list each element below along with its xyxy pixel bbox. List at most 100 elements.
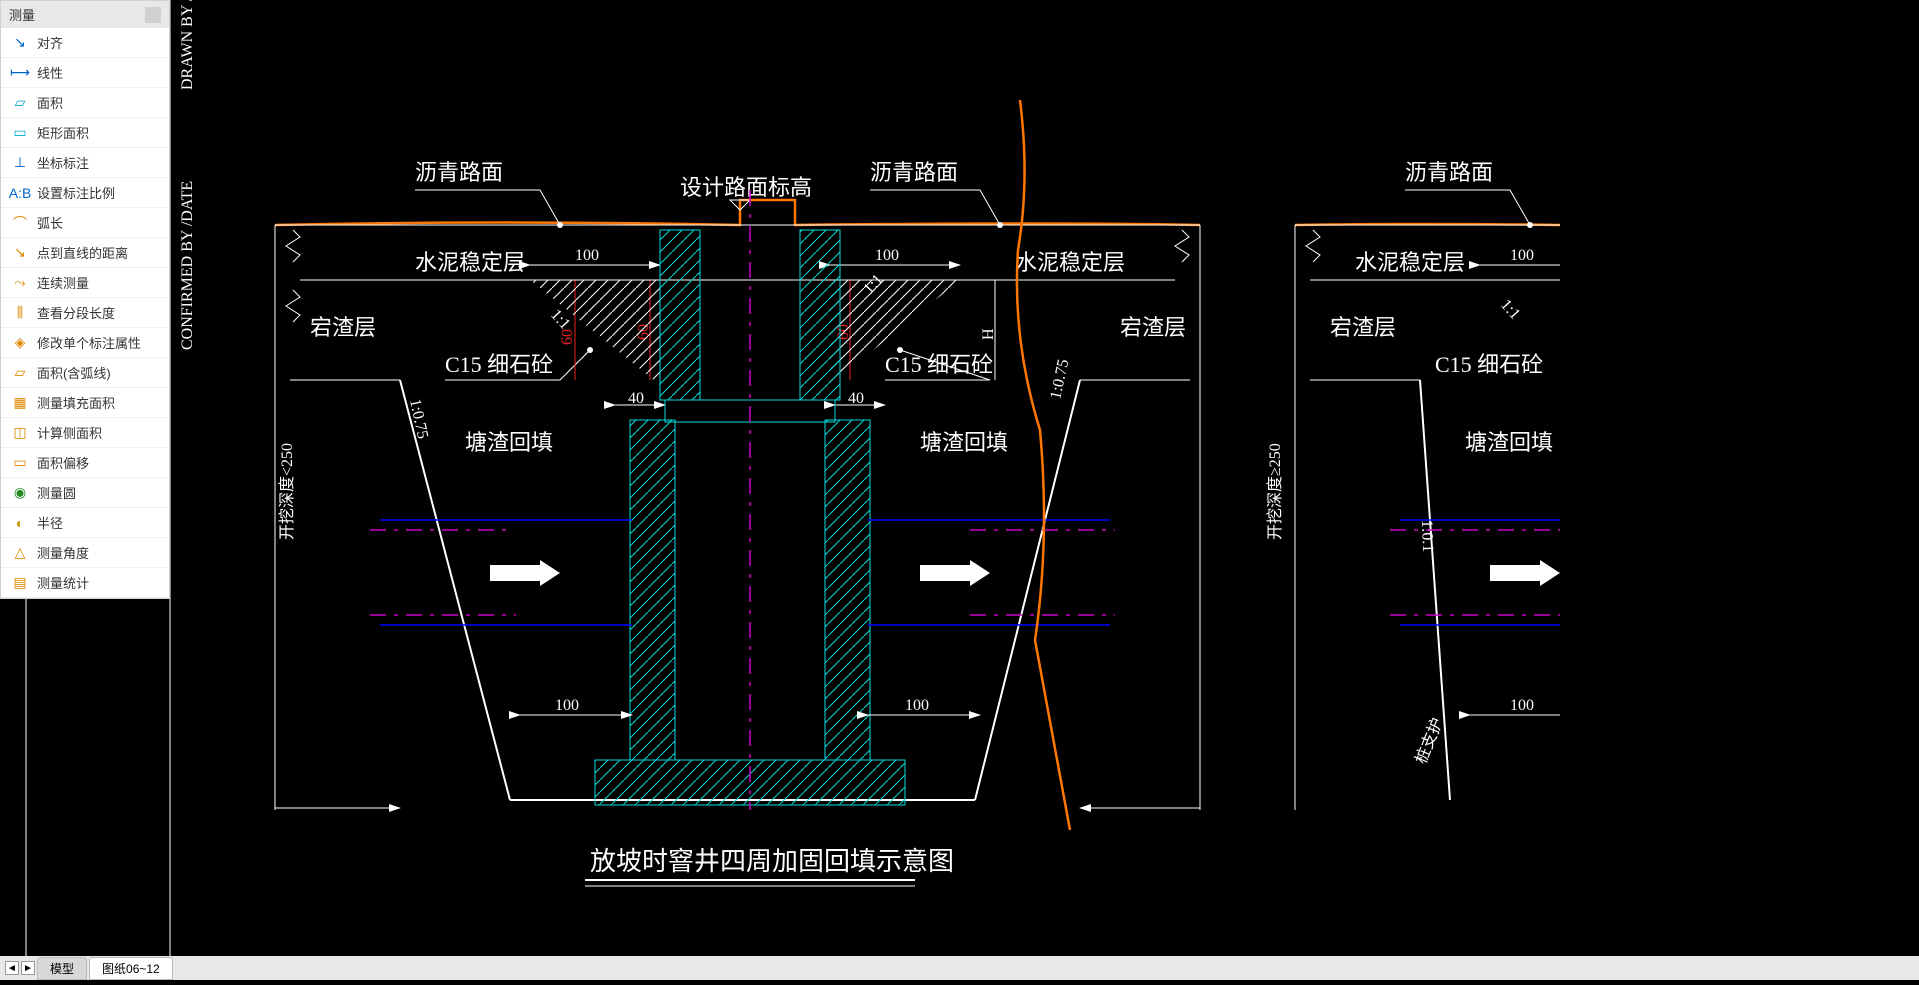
lbl-cement-2: 水泥稳定层: [1355, 250, 1465, 275]
tab-prev-btn[interactable]: ◄: [5, 961, 19, 975]
tool-label: 坐标标注: [37, 153, 89, 172]
align-icon: ↘: [11, 34, 29, 52]
tool-label: 测量填充面积: [37, 393, 115, 412]
coord-icon: ⊥: [11, 154, 29, 172]
tool-radius[interactable]: ◐ 半径: [1, 508, 169, 538]
tool-pt-line[interactable]: ↘ 点到直线的距离: [1, 238, 169, 268]
drawing-title: 放坡时窨井四周加固回填示意图: [590, 847, 954, 876]
tool-arc-len[interactable]: ⌒ 弧长: [1, 208, 169, 238]
tool-label: 修改单个标注属性: [37, 333, 141, 352]
tool-linear[interactable]: ⟼ 线性: [1, 58, 169, 88]
lbl-rubble-2: 宕渣层: [1330, 315, 1396, 340]
dim-100-bl: 100: [555, 697, 579, 714]
tool-area[interactable]: ▱ 面积: [1, 88, 169, 118]
area-arc-icon: ▱: [11, 364, 29, 382]
tool-label: 面积(含弧线): [37, 363, 111, 382]
tool-label: 半径: [37, 513, 63, 532]
panel-min-btn[interactable]: [145, 7, 161, 23]
tool-area-offset[interactable]: ▭ 面积偏移: [1, 448, 169, 478]
tool-label: 点到直线的距离: [37, 243, 128, 262]
lbl-rubble-r: 宕渣层: [1120, 315, 1186, 340]
tool-area-arc[interactable]: ▱ 面积(含弧线): [1, 358, 169, 388]
dim-100-2: 100: [1510, 247, 1534, 264]
panel-title: 测量: [9, 5, 35, 24]
tool-side-area[interactable]: ◫ 计算侧面积: [1, 418, 169, 448]
dim-100-tl: 100: [575, 247, 599, 264]
lbl-asphalt-2: 沥青路面: [1405, 160, 1493, 185]
linear-icon: ⟼: [11, 64, 29, 82]
lbl-cement-r: 水泥稳定层: [1015, 250, 1125, 275]
area-offset-icon: ▭: [11, 454, 29, 472]
arc-len-icon: ⌒: [11, 214, 29, 232]
slope-11-2: 1:1: [1497, 296, 1523, 323]
tool-label: 弧长: [37, 213, 63, 232]
tool-segment[interactable]: ⫼ 查看分段长度: [1, 298, 169, 328]
tool-rect-area[interactable]: ▭矩形面积: [1, 118, 169, 148]
tool-label: 计算侧面积: [37, 423, 102, 442]
slope-01: 1:0.1: [1418, 520, 1436, 553]
tool-continuous[interactable]: ⤳ 连续测量: [1, 268, 169, 298]
dim-H: H: [980, 328, 997, 340]
tool-stats[interactable]: ▤ 测量统计: [1, 568, 169, 598]
dim-100-b2: 100: [1510, 697, 1534, 714]
tool-angle[interactable]: △ 测量角度: [1, 538, 169, 568]
tab-sheet[interactable]: 图纸06~12: [89, 957, 173, 980]
lbl-rubble-l: 宕渣层: [310, 315, 376, 340]
lbl-drawn: DRAWN BY /DATE: [179, 0, 196, 90]
edit-dim-icon: ◈: [11, 334, 29, 352]
lbl-asphalt-r: 沥青路面: [870, 160, 958, 185]
stats-icon: ▤: [11, 574, 29, 592]
lbl-confirm: CONFIRMED BY /DATE: [179, 181, 196, 350]
lbl-backfill-r: 塘渣回填: [920, 430, 1008, 455]
tool-label: 测量圆: [37, 483, 76, 502]
lbl-pile: 桩支护: [1412, 715, 1447, 766]
tool-label: 面积偏移: [37, 453, 89, 472]
tool-scale[interactable]: A:B 设置标注比例: [1, 178, 169, 208]
tool-fill-area[interactable]: ▦ 测量填充面积: [1, 388, 169, 418]
measure-panel: 测量 ↘对齐⟼线性▱面积▭矩形面积⊥坐标标注A:B设置标注比例⌒弧长↘点到直线的…: [0, 0, 170, 599]
circle-icon: ◉: [11, 484, 29, 502]
scale-icon: A:B: [11, 184, 29, 202]
tool-label: 对齐: [37, 33, 63, 52]
dim-100-br: 100: [905, 697, 929, 714]
lbl-design-elev: 设计路面标高: [680, 175, 812, 200]
lbl-cement-l: 水泥稳定层: [415, 250, 525, 275]
tool-label: 连续测量: [37, 273, 89, 292]
tool-edit-dim[interactable]: ◈ 修改单个标注属性: [1, 328, 169, 358]
fill-area-icon: ▦: [11, 394, 29, 412]
lbl-asphalt-l: 沥青路面: [415, 160, 503, 185]
tool-label: 线性: [37, 63, 63, 82]
pt-line-icon: ↘: [11, 244, 29, 262]
dim-100-tr: 100: [875, 247, 899, 264]
layout-tabs: ◄ ► 模型 图纸06~12: [0, 956, 1919, 980]
lbl-c15-2: C15 细石砼: [1435, 352, 1543, 377]
lbl-backfill-2: 塘渣回填: [1465, 430, 1553, 455]
tool-coord[interactable]: ⊥ 坐标标注: [1, 148, 169, 178]
tool-label: 查看分段长度: [37, 303, 115, 322]
tab-model[interactable]: 模型: [37, 957, 87, 980]
tool-align[interactable]: ↘ 对齐: [1, 28, 169, 58]
lbl-backfill-l: 塘渣回填: [465, 430, 553, 455]
tool-circle[interactable]: ◉ 测量圆: [1, 478, 169, 508]
tool-label: 面积: [37, 93, 63, 112]
radius-icon: ◐: [11, 514, 29, 532]
tab-next-btn[interactable]: ►: [21, 961, 35, 975]
dim-40-r: 40: [848, 390, 864, 407]
segment-icon: ⫼: [11, 304, 29, 322]
dim-40-l: 40: [628, 390, 644, 407]
drawing-canvas[interactable]: 责任人 / 日期 DRAWN BY /DATE 工件名称 / 日期 CONFIR…: [0, 0, 1919, 980]
angle-icon: △: [11, 544, 29, 562]
panel-header[interactable]: 测量: [1, 1, 169, 28]
continuous-icon: ⤳: [11, 274, 29, 292]
lbl-c15-l: C15 细石砼: [445, 352, 553, 377]
lbl-depth2: 开挖深度≥250: [1266, 443, 1284, 540]
side-area-icon: ◫: [11, 424, 29, 442]
area-icon: ▱: [11, 94, 29, 112]
lbl-c15-r: C15 细石砼: [885, 352, 993, 377]
tool-label: 设置标注比例: [37, 183, 115, 202]
slope-075-r: 1:0.75: [1047, 358, 1072, 401]
lbl-depth1: 开挖深度<250: [278, 443, 296, 540]
tool-label: 测量角度: [37, 543, 89, 562]
tool-label: 矩形面积: [37, 123, 89, 142]
tool-label: 测量统计: [37, 573, 89, 592]
